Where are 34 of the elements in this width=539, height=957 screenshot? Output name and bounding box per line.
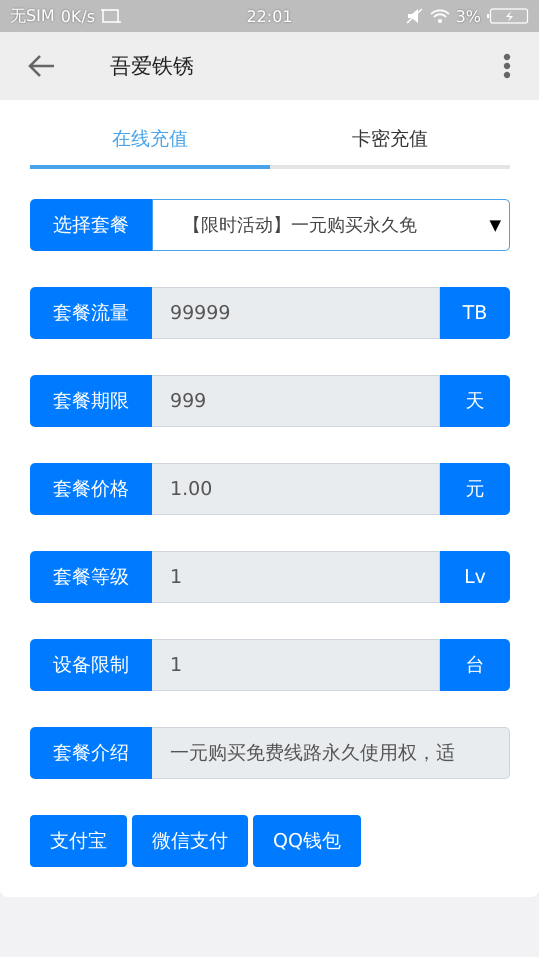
battery-percent: 3%: [456, 6, 481, 26]
back-arrow-icon[interactable]: [28, 54, 56, 78]
unit-label: TB: [440, 287, 510, 339]
field-label: 套餐价格: [30, 463, 152, 515]
payment-button[interactable]: 微信支付: [132, 815, 248, 867]
unit-label: Lv: [440, 551, 510, 603]
field-label: 选择套餐: [30, 199, 152, 251]
screenshot-icon: [101, 8, 122, 24]
clock-time: 22:01: [246, 6, 293, 26]
payment-button[interactable]: QQ钱包: [253, 815, 361, 867]
input-field[interactable]: 1: [152, 639, 440, 691]
unit-label: 台: [440, 639, 510, 691]
input-field[interactable]: 1.00: [152, 463, 440, 515]
input-field[interactable]: 99999: [152, 287, 440, 339]
tab[interactable]: 卡密充值: [270, 114, 510, 169]
input-field[interactable]: 999: [152, 375, 440, 427]
unit-label: 天: [440, 375, 510, 427]
package-select[interactable]: 【限时活动】一元购买永久免 ▼: [152, 199, 510, 251]
carrier-text: 无SIM: [10, 6, 55, 26]
unit-label: 元: [440, 463, 510, 515]
page-title: 吾爱铁锈: [110, 53, 195, 80]
battery-icon: [487, 8, 529, 24]
input-field[interactable]: 一元购买免费线路永久使用权，适: [152, 727, 510, 779]
more-options-icon[interactable]: [503, 53, 511, 79]
field-label: 设备限制: [30, 639, 152, 691]
field-label: 套餐期限: [30, 375, 152, 427]
field-label: 套餐介绍: [30, 727, 152, 779]
network-speed: 0K/s: [60, 6, 96, 26]
field-label: 套餐流量: [30, 287, 152, 339]
wifi-icon: [430, 9, 450, 23]
field-label: 套餐等级: [30, 551, 152, 603]
payment-button[interactable]: 支付宝: [30, 815, 127, 867]
mute-icon: [406, 8, 424, 24]
input-field[interactable]: 1: [152, 551, 440, 603]
